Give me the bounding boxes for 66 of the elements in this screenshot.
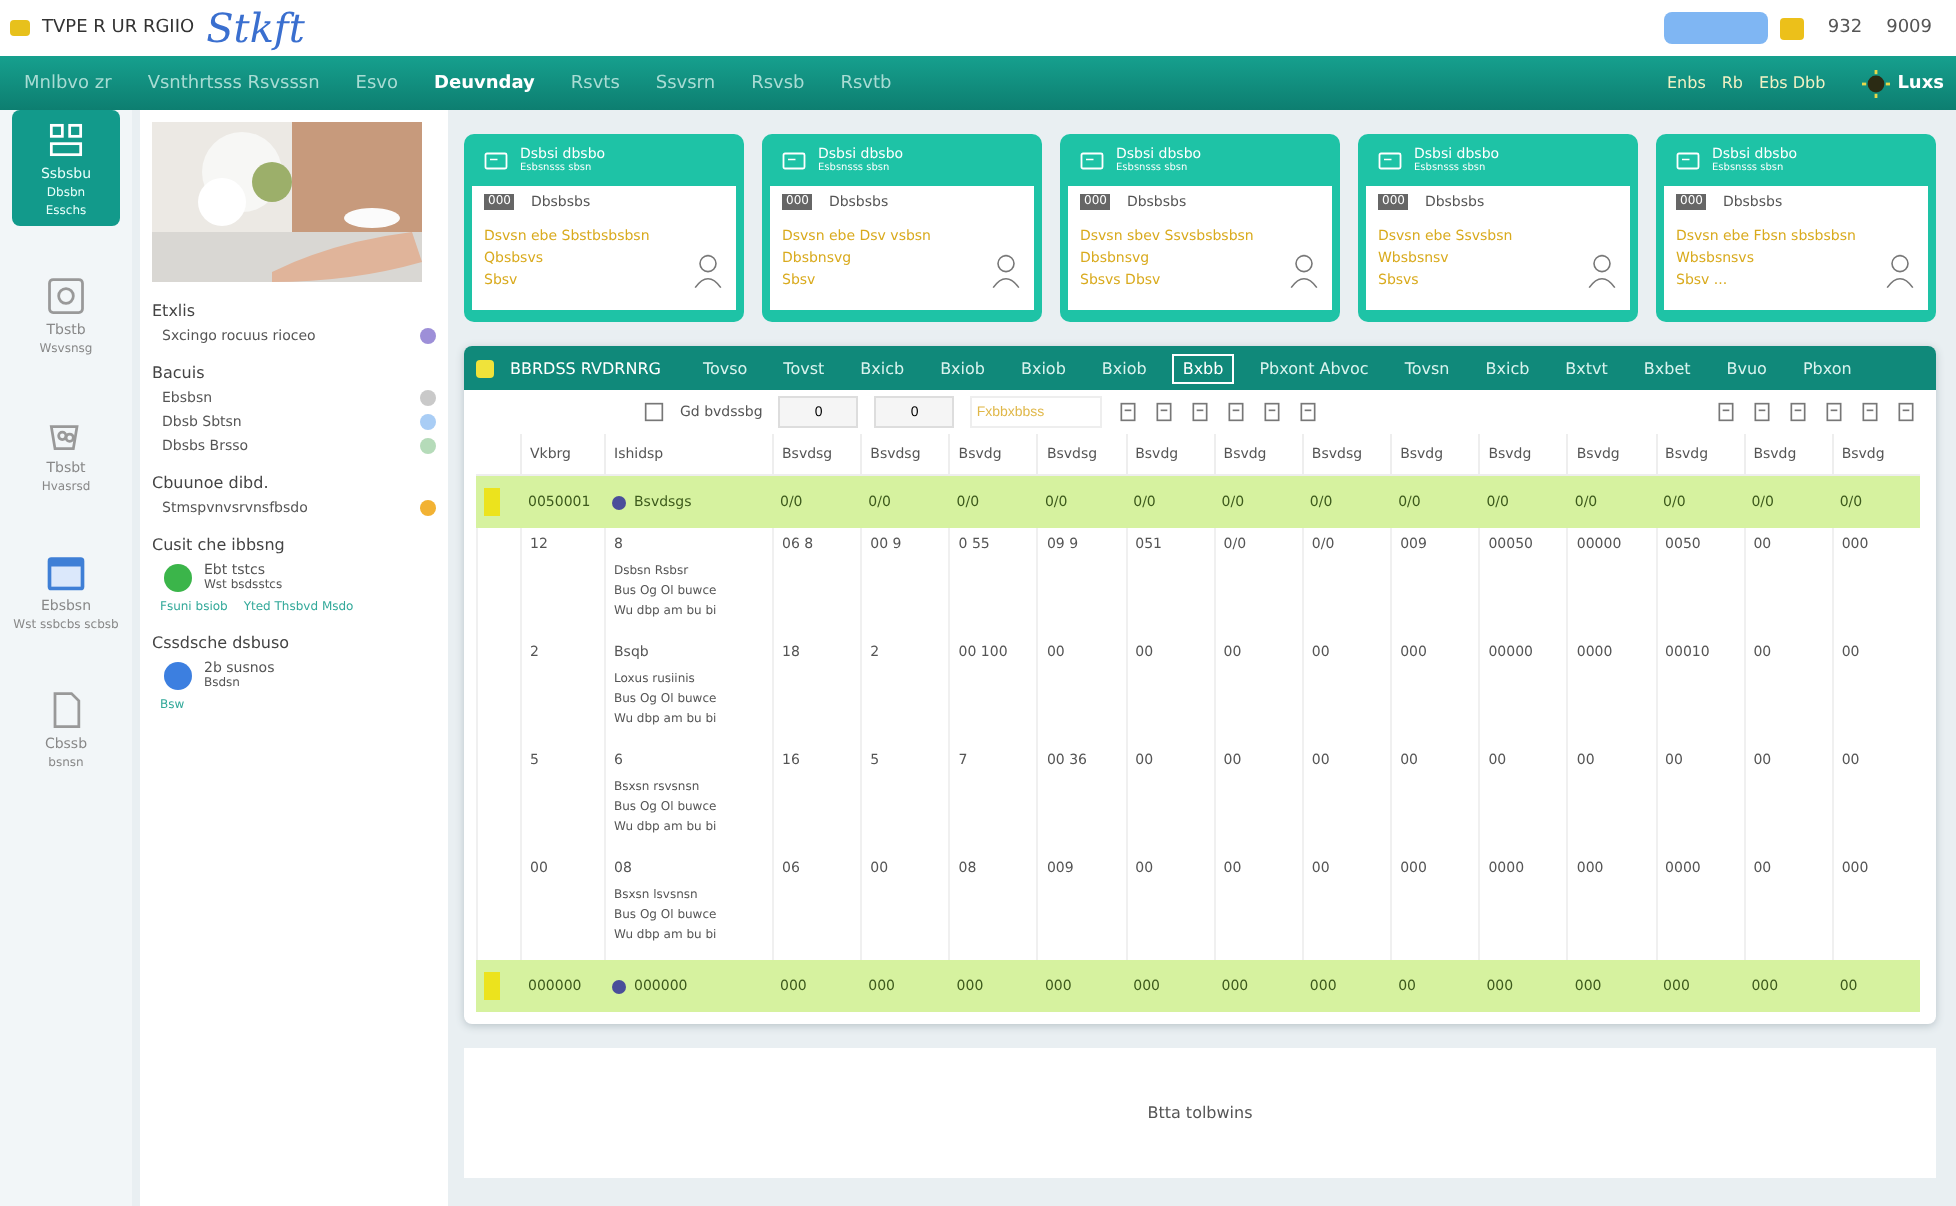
header-link[interactable]: 9009 (1886, 18, 1932, 38)
nav-item[interactable]: Vsnthrtsss Rsvsssn (147, 73, 320, 93)
nav-item[interactable]: Rsvts (570, 73, 620, 93)
tab[interactable]: Pbxon (1792, 353, 1862, 383)
section-title: Cbuunoe dibd. (152, 474, 271, 492)
tab[interactable]: Tovso (692, 353, 758, 383)
tool-icon[interactable] (1298, 402, 1319, 422)
tool-icon[interactable] (1824, 402, 1844, 422)
tab[interactable]: Tovst (773, 353, 835, 383)
person-icon (1586, 250, 1618, 290)
id-card-icon (782, 151, 806, 169)
nav-link[interactable]: Ebs Dbb (1759, 74, 1826, 92)
id-card-icon (484, 151, 508, 169)
nav-item[interactable]: Deuvnday (434, 73, 535, 93)
tab[interactable]: Tovsn (1394, 353, 1460, 383)
id-card-icon (1080, 151, 1104, 169)
nav-item[interactable]: Mnlbvo zr (24, 73, 112, 93)
person-icon (990, 250, 1022, 290)
app-title: Stkft (206, 4, 305, 52)
grid-icon (44, 118, 88, 162)
tab[interactable]: Bxicb (1475, 353, 1540, 383)
tool-icon[interactable] (1752, 402, 1772, 422)
tab[interactable]: Bxbet (1633, 353, 1701, 383)
person-icon (1884, 250, 1916, 290)
tool-icon[interactable] (1788, 402, 1808, 422)
nav-logo: Luxs (1897, 73, 1944, 93)
section-title: Etxlis (152, 302, 198, 320)
tool-icon[interactable] (1226, 402, 1247, 422)
id-card-icon (1676, 151, 1700, 169)
tool-icon[interactable] (1118, 402, 1139, 422)
tool-icon[interactable] (1154, 402, 1175, 422)
tab[interactable]: Bxicb (850, 353, 915, 383)
nav-item[interactable]: Esvo (355, 73, 399, 93)
section-title: Cusit che ibbsng (152, 536, 287, 554)
person-icon (692, 250, 724, 290)
brand-name: TVPE R UR RGIIO (42, 18, 195, 38)
tool-icon[interactable] (1190, 402, 1211, 422)
tab[interactable]: Bxiob (1091, 353, 1157, 383)
logo-icon (10, 20, 30, 36)
tool-icon[interactable] (1860, 402, 1880, 422)
person-icon (1288, 250, 1320, 290)
nav-link[interactable]: Enbs (1667, 74, 1706, 92)
tab[interactable]: Bxiob (930, 353, 995, 383)
sun-icon (1861, 69, 1890, 97)
nav-item[interactable]: Rsvsb (751, 73, 805, 93)
row-marker-icon (476, 960, 520, 1012)
tab[interactable]: Bxtvt (1555, 353, 1618, 383)
section-title: Bacuis (152, 364, 207, 382)
panel-title: BBRDSS RVDRNRG (510, 359, 661, 377)
tab[interactable]: Bxbb (1172, 353, 1234, 383)
header-link[interactable]: 932 (1827, 18, 1863, 38)
panel-icon (476, 359, 494, 377)
section-title: Cssdsche dsbuso (152, 634, 292, 652)
nav-item[interactable]: Rsvtb (840, 73, 892, 93)
tab[interactable]: Bvuo (1716, 353, 1777, 383)
camera-icon (44, 274, 88, 318)
tab[interactable]: Bxiob (1010, 353, 1076, 383)
tool-icon[interactable] (1262, 402, 1283, 422)
row-marker-icon (476, 476, 520, 528)
tab[interactable]: Pbxont Abvoc (1249, 353, 1379, 383)
nav-link[interactable]: Rb (1721, 74, 1744, 92)
nav-item[interactable]: Ssvsrn (655, 73, 716, 93)
tool-icon[interactable] (1716, 402, 1736, 422)
tool-icon[interactable] (1896, 402, 1916, 422)
id-card-icon (1378, 151, 1402, 169)
empty-panel: Btta tolbwins (464, 1048, 1936, 1178)
